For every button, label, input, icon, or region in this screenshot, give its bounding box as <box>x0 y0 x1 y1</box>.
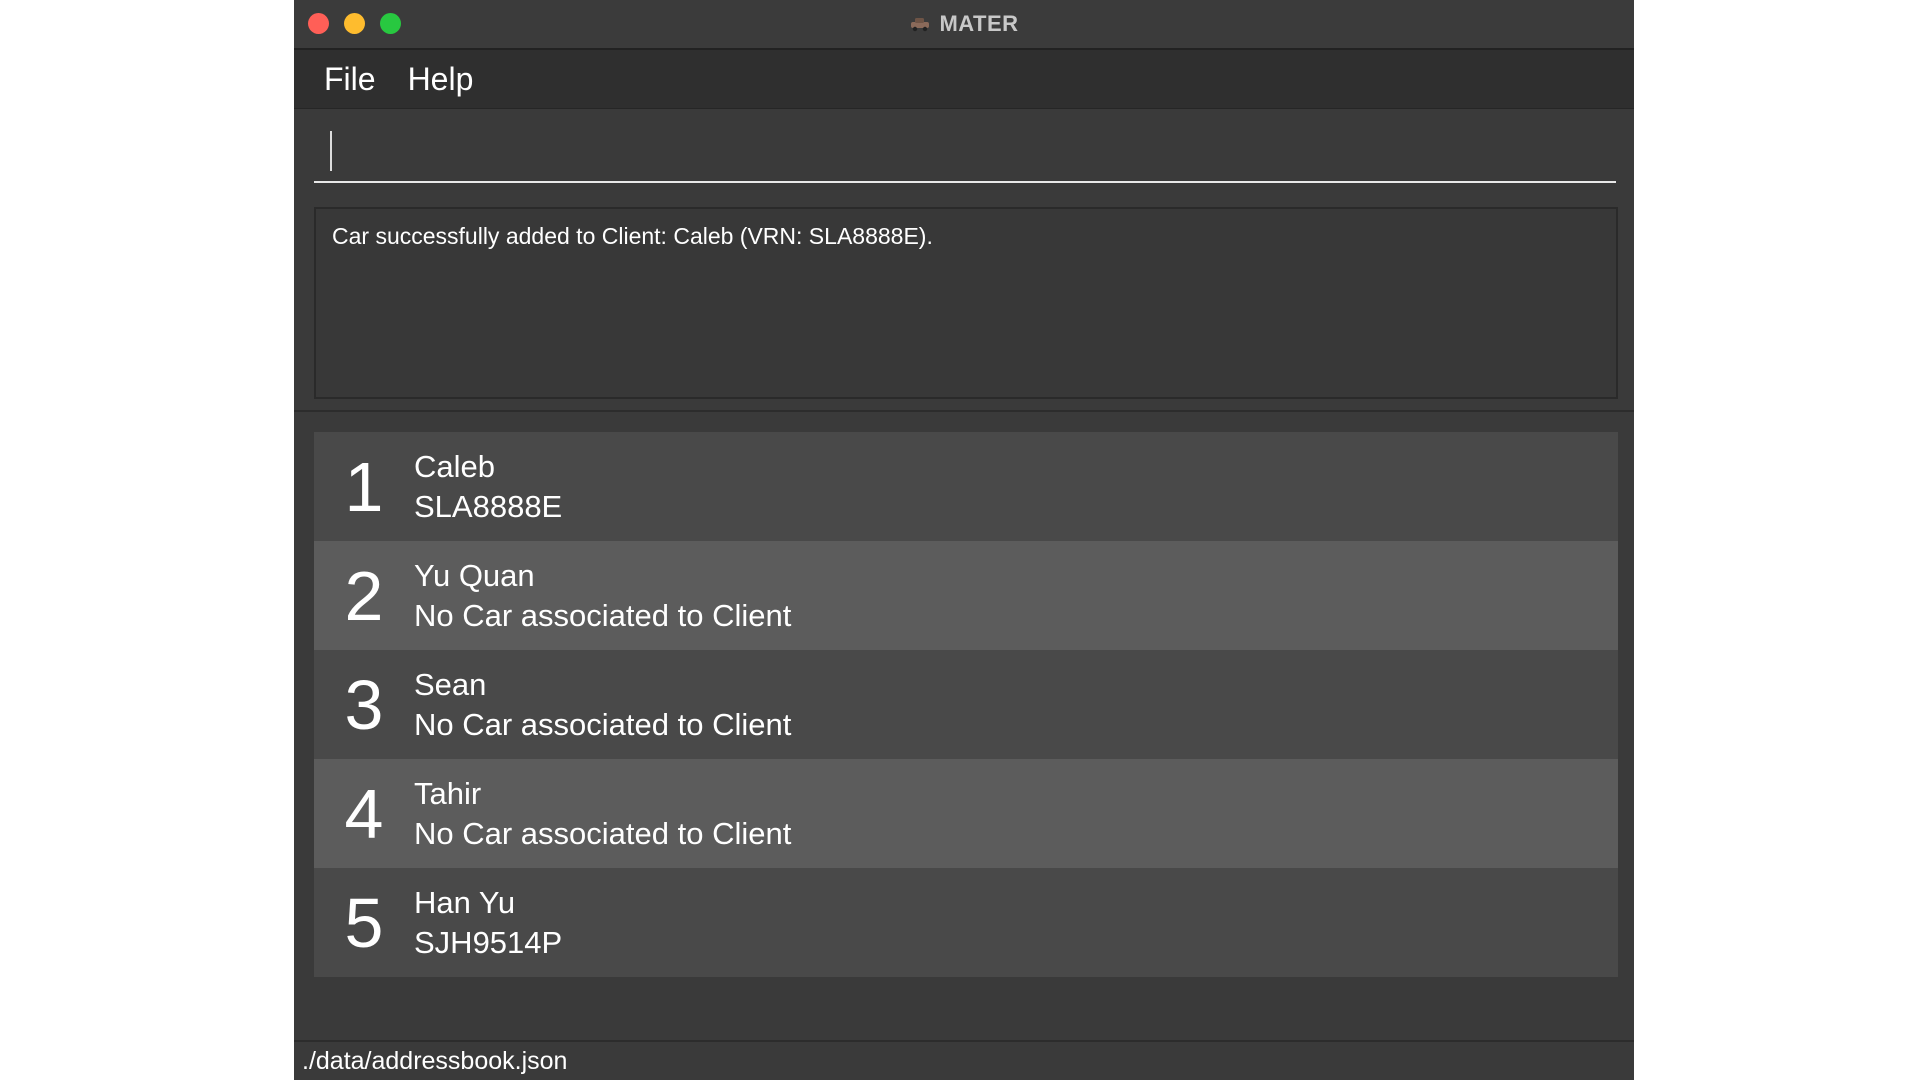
data-file-path: ./data/addressbook.json <box>302 1046 568 1075</box>
client-name: Tahir <box>414 775 482 811</box>
client-info: Sean No Car associated to Client <box>414 667 791 743</box>
menu-file[interactable]: File <box>324 61 376 98</box>
client-card[interactable]: 5 Han Yu SJH9514P <box>314 868 1618 977</box>
client-list[interactable]: 1 Caleb SLA8888E 2 Yu Quan No Car associ… <box>314 432 1618 977</box>
client-info: Han Yu SJH9514P <box>414 885 562 961</box>
menu-bar: File Help <box>294 50 1634 109</box>
client-index: 5 <box>344 883 384 962</box>
client-index: 4 <box>344 774 384 853</box>
title-group: MATER <box>294 0 1634 48</box>
client-car: SJH9514P <box>414 924 563 960</box>
client-info: Tahir No Car associated to Client <box>414 776 791 852</box>
client-info: Caleb SLA8888E <box>414 449 562 525</box>
client-car: No Car associated to Client <box>414 706 792 742</box>
client-name: Yu Quan <box>414 557 535 593</box>
result-display: Car successfully added to Client: Caleb … <box>314 207 1618 399</box>
status-bar: ./data/addressbook.json <box>294 1040 1634 1080</box>
client-card[interactable]: 1 Caleb SLA8888E <box>314 432 1618 541</box>
client-card[interactable]: 2 Yu Quan No Car associated to Client <box>314 541 1618 650</box>
client-card[interactable]: 4 Tahir No Car associated to Client <box>314 759 1618 868</box>
window-title: MATER <box>939 11 1019 36</box>
client-info: Yu Quan No Car associated to Client <box>414 558 791 634</box>
result-message: Car successfully added to Client: Caleb … <box>332 223 933 249</box>
menu-help[interactable]: Help <box>408 61 474 98</box>
client-name: Caleb <box>414 448 495 484</box>
app-window: MATER File Help Car successfully added t… <box>294 0 1634 1080</box>
client-index: 1 <box>344 447 384 526</box>
client-car: No Car associated to Client <box>414 597 792 633</box>
text-caret <box>330 131 332 171</box>
car-icon <box>911 18 930 32</box>
command-input[interactable] <box>314 109 1616 183</box>
client-name: Han Yu <box>414 884 516 920</box>
title-bar: MATER <box>294 0 1634 50</box>
client-car: No Car associated to Client <box>414 815 792 851</box>
client-card[interactable]: 3 Sean No Car associated to Client <box>314 650 1618 759</box>
client-name: Sean <box>414 666 487 702</box>
command-box <box>294 109 1634 196</box>
client-index: 2 <box>344 556 384 635</box>
client-index: 3 <box>344 665 384 744</box>
divider <box>294 410 1634 412</box>
client-car: SLA8888E <box>414 488 563 524</box>
